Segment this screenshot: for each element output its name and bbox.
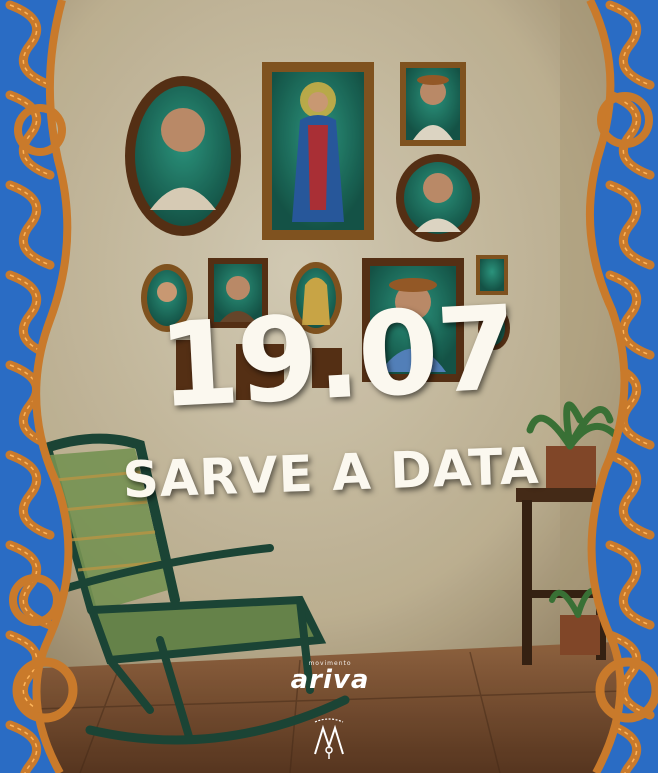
brand-logo: movimento ariva bbox=[270, 660, 390, 693]
brand-name: ariva bbox=[290, 665, 370, 695]
brand-small-text: movimento bbox=[308, 660, 352, 667]
brand-emblem-icon bbox=[314, 718, 344, 759]
